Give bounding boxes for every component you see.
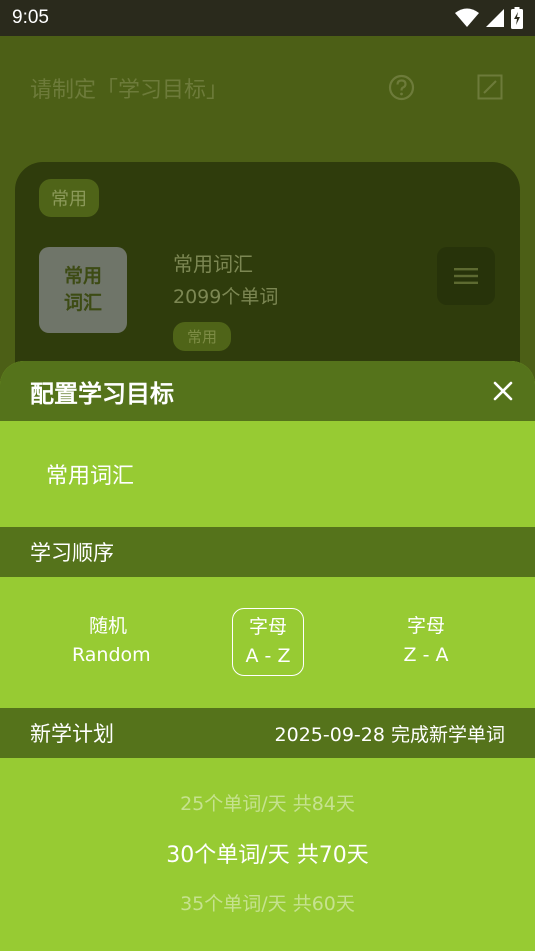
- book-word-count: 2099个单词: [173, 286, 279, 308]
- config-bottom-sheet: 配置学习目标 常用词汇 学习顺序 随机 Random 字母 A - Z 字母 Z…: [0, 361, 535, 951]
- book-cover-text: 常用 词汇: [63, 265, 102, 314]
- book-cover: 常用 词汇: [39, 247, 127, 333]
- order-section-header: 学习顺序: [0, 527, 535, 577]
- order-option-line1: 字母: [248, 616, 287, 638]
- order-option-a-z[interactable]: 字母 A - Z: [232, 608, 304, 676]
- order-option-z-a[interactable]: 字母 Z - A: [390, 608, 462, 676]
- plan-completion-date: 2025-09-28 完成新学单词: [274, 723, 505, 746]
- menu-button[interactable]: [437, 247, 495, 305]
- edit-square-icon[interactable]: [477, 74, 503, 100]
- sheet-title: 配置学习目标: [30, 379, 174, 408]
- status-time: 9:05: [12, 7, 49, 28]
- plan-section-label: 新学计划: [30, 722, 114, 746]
- order-option-random[interactable]: 随机 Random: [72, 608, 151, 676]
- status-bar: 9:05: [0, 0, 535, 36]
- order-option-line1: 随机: [88, 615, 127, 637]
- battery-charging-icon: [511, 7, 523, 29]
- plan-picker-item[interactable]: 35个单词/天 共60天: [0, 889, 535, 916]
- order-section-label: 学习顺序: [30, 541, 114, 565]
- category-tag[interactable]: 常用: [39, 179, 99, 217]
- wifi-icon: [455, 8, 479, 27]
- selected-book-name: 常用词汇: [46, 464, 135, 489]
- plan-picker-item[interactable]: 25个单词/天 共84天: [0, 789, 535, 816]
- sheet-header: 配置学习目标: [0, 361, 535, 421]
- selected-book-row[interactable]: 常用词汇: [0, 421, 535, 527]
- status-icons: [455, 7, 523, 29]
- plan-picker-item-selected[interactable]: 30个单词/天 共70天: [0, 837, 535, 869]
- app-bar: 请制定「学习目标」: [0, 36, 535, 140]
- page-title: 请制定「学习目标」: [30, 78, 229, 103]
- hamburger-icon: [454, 268, 478, 284]
- help-circle-icon[interactable]: [388, 74, 415, 101]
- order-option-line2: Z - A: [403, 644, 449, 666]
- signal-icon: [486, 9, 504, 27]
- order-option-line2: Random: [72, 644, 151, 666]
- order-options: 随机 Random 字母 A - Z 字母 Z - A: [0, 577, 535, 708]
- plan-picker[interactable]: 25个单词/天 共84天 30个单词/天 共70天 35个单词/天 共60天: [0, 758, 535, 951]
- screen: 9:05 请制定「学习目标」 常用 常用 词汇 常用词汇 2099个单词 常用 …: [0, 0, 535, 951]
- close-icon[interactable]: [491, 379, 515, 403]
- book-tag: 常用: [173, 322, 232, 351]
- plan-section-header: 新学计划 2025-09-28 完成新学单词: [0, 708, 535, 758]
- book-name: 常用词汇: [173, 252, 253, 276]
- order-option-line1: 字母: [406, 615, 445, 637]
- order-option-line2: A - Z: [245, 645, 291, 667]
